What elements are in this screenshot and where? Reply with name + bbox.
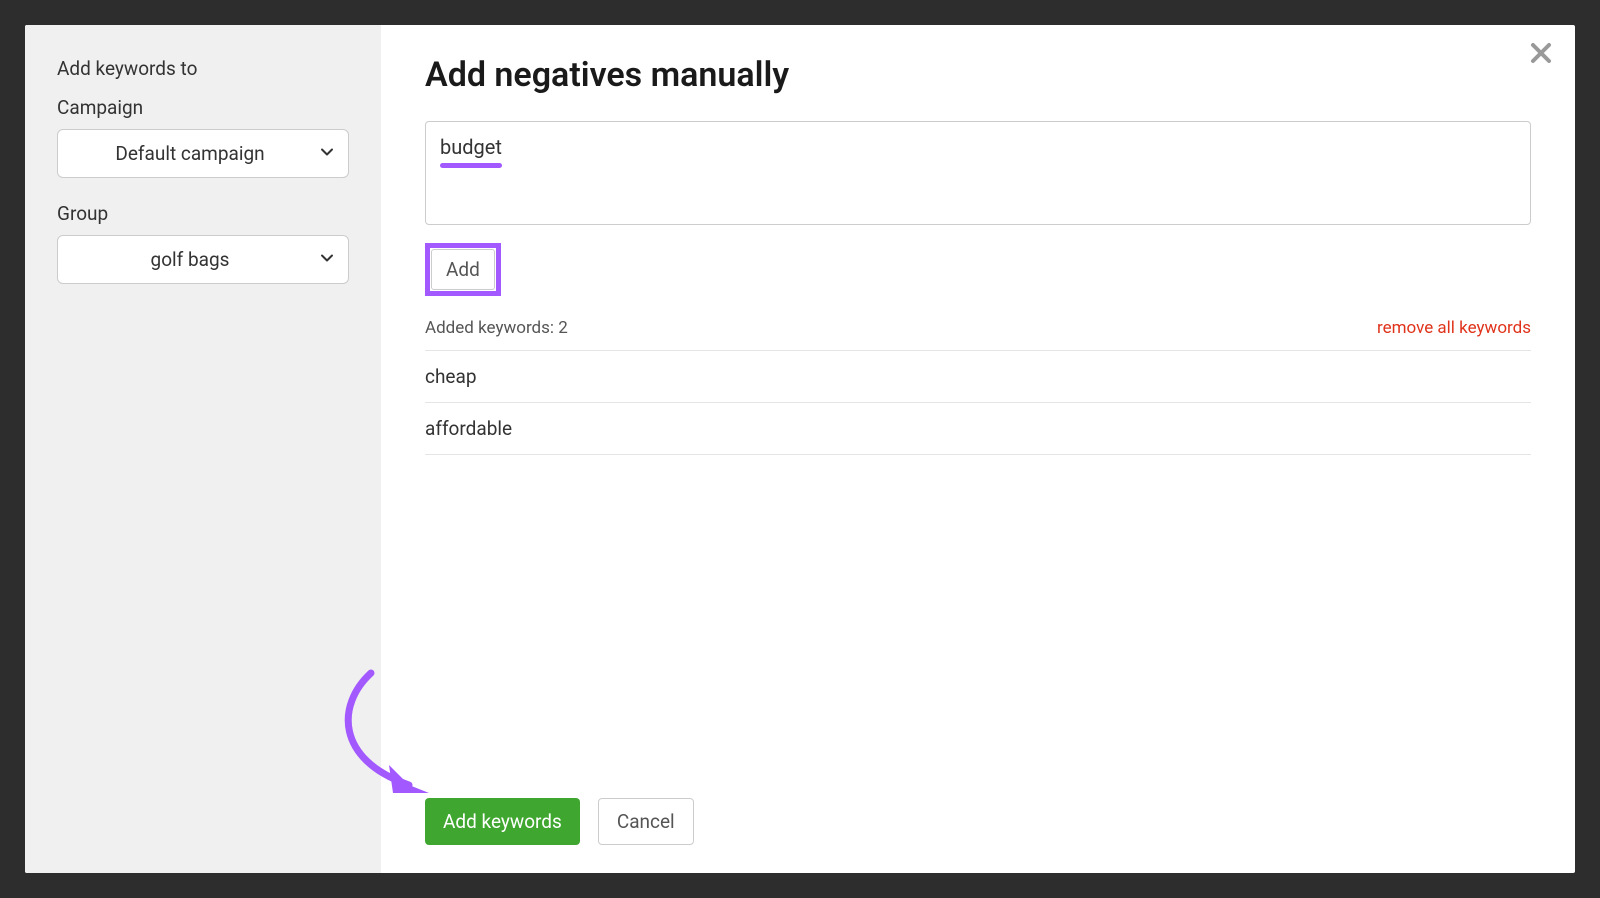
page-title: Add negatives manually — [425, 55, 1531, 95]
cancel-button[interactable]: Cancel — [598, 798, 694, 845]
campaign-select-value: Default campaign — [115, 142, 264, 165]
added-keywords-header: Added keywords: 2 remove all keywords — [425, 318, 1531, 351]
campaign-select-wrap: Default campaign — [57, 129, 349, 178]
close-icon — [1529, 41, 1553, 69]
group-label: Group — [57, 202, 349, 225]
add-keywords-button[interactable]: Add keywords — [425, 798, 580, 845]
added-keywords-count: Added keywords: 2 — [425, 318, 568, 338]
keyword-textarea[interactable] — [425, 121, 1531, 225]
keyword-list-item: affordable — [425, 403, 1531, 455]
keyword-input-wrap — [425, 121, 1531, 229]
group-select[interactable]: golf bags — [57, 235, 349, 284]
close-button[interactable] — [1525, 39, 1557, 71]
add-button[interactable]: Add — [431, 249, 495, 290]
sidebar: Add keywords to Campaign Default campaig… — [25, 25, 381, 873]
add-negatives-dialog: Add keywords to Campaign Default campaig… — [25, 25, 1575, 873]
remove-all-link[interactable]: remove all keywords — [1377, 318, 1531, 338]
campaign-label: Campaign — [57, 96, 349, 119]
keyword-list-item: cheap — [425, 351, 1531, 403]
add-button-highlight-annotation: Add — [425, 243, 501, 296]
main-content: Add negatives manually Add Added keyword… — [381, 25, 1575, 873]
sidebar-title: Add keywords to — [57, 57, 349, 80]
group-select-value: golf bags — [151, 248, 230, 271]
campaign-select[interactable]: Default campaign — [57, 129, 349, 178]
dialog-footer: Add keywords Cancel — [425, 798, 1531, 845]
group-select-wrap: golf bags — [57, 235, 349, 284]
